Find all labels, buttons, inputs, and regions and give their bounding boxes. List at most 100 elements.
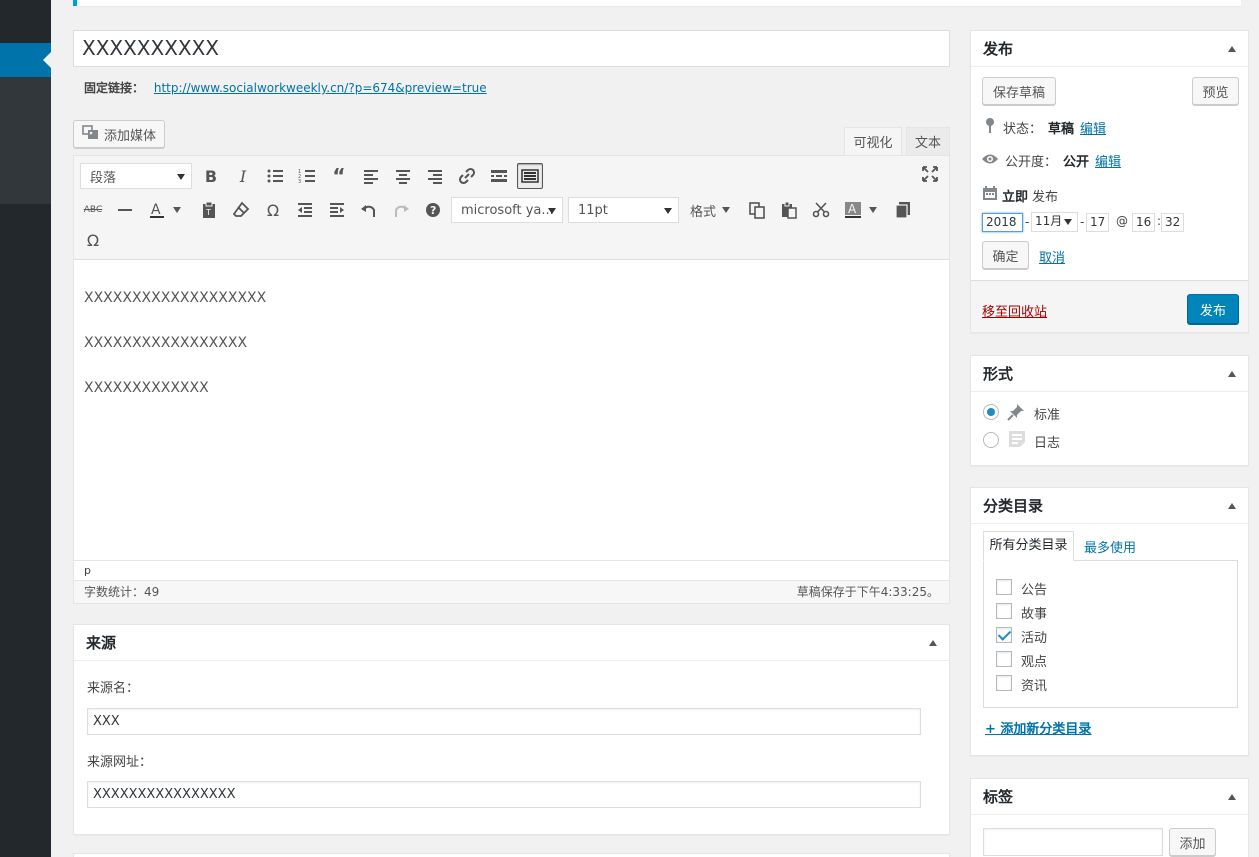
permalink-link[interactable]: http://www.socialworkweekly.cn/?p=674&pr…	[154, 81, 487, 95]
preview-button[interactable]: 预览	[1192, 77, 1239, 105]
category-checkbox-activity[interactable]	[996, 627, 1012, 643]
toolbar-toggle-icon[interactable]	[517, 163, 543, 189]
indent-icon[interactable]	[324, 197, 350, 223]
tab-all-categories[interactable]: 所有分类目录	[983, 531, 1074, 561]
add-media-button[interactable]: 添加媒体	[73, 120, 165, 148]
category-checkbox-opinion[interactable]	[996, 651, 1012, 667]
category-checkbox-story[interactable]	[996, 603, 1012, 619]
save-draft-button[interactable]: 保存草稿	[982, 77, 1056, 105]
bullet-list-icon[interactable]	[262, 163, 288, 189]
tags-metabox-header[interactable]: 标签	[971, 779, 1248, 815]
fullscreen-icon[interactable]	[917, 161, 943, 187]
font-size-value: 11pt	[578, 202, 608, 218]
ok-button[interactable]: 确定	[982, 241, 1029, 269]
status-row: 状态： 草稿 编辑	[983, 117, 1106, 137]
publish-button[interactable]: 发布	[1187, 294, 1239, 324]
post-title-input[interactable]: XXXXXXXXXX	[73, 30, 950, 67]
cancel-link[interactable]: 取消	[1039, 247, 1065, 266]
format-aside-radio[interactable]	[983, 432, 999, 448]
collapse-arrow-icon[interactable]	[1228, 371, 1236, 377]
category-label: 公告	[1021, 583, 1048, 598]
permalink: 固定链接： http://www.socialworkweekly.cn/?p=…	[84, 79, 487, 96]
format-standard-radio[interactable]	[983, 404, 999, 420]
source-url-label: 来源网址：	[87, 755, 153, 770]
format-metabox: 形式 标准 日志	[970, 355, 1249, 466]
horizontal-line-icon[interactable]	[112, 197, 138, 223]
bold-icon[interactable]: B	[198, 163, 224, 189]
add-new-category-link[interactable]: + 添加新分类目录	[985, 718, 1091, 737]
omega-symbol-icon[interactable]: Ω	[80, 227, 106, 253]
align-right-icon[interactable]	[422, 163, 448, 189]
collapse-arrow-icon[interactable]	[1228, 46, 1236, 52]
category-checkbox-announcement[interactable]	[996, 579, 1012, 595]
background-color-icon[interactable]: A	[840, 197, 866, 223]
clear-formatting-icon[interactable]	[228, 197, 254, 223]
at-separator: @	[1116, 214, 1128, 228]
text-color-icon[interactable]: A	[144, 197, 170, 223]
add-tag-button[interactable]: 添加	[1169, 828, 1216, 856]
align-center-icon[interactable]	[390, 163, 416, 189]
date-separator: -	[1025, 215, 1030, 229]
add-media-label: 添加媒体	[104, 128, 157, 144]
link-icon[interactable]	[454, 163, 480, 189]
font-family-select[interactable]: microsoft ya...	[451, 197, 563, 223]
outdent-icon[interactable]	[292, 197, 318, 223]
day-input[interactable]: 17	[1086, 213, 1109, 232]
format-aside-label: 日志	[1034, 436, 1061, 451]
collapse-arrow-icon[interactable]	[1228, 503, 1236, 509]
paste-icon[interactable]	[776, 197, 802, 223]
strikethrough-icon[interactable]: ABC	[80, 197, 106, 223]
help-icon[interactable]: ?	[420, 197, 446, 223]
format-metabox-header[interactable]: 形式	[971, 356, 1248, 392]
background-color-dropdown-icon[interactable]	[866, 197, 880, 223]
redo-icon[interactable]	[388, 197, 414, 223]
copy-format-icon[interactable]	[890, 197, 916, 223]
copy-icon[interactable]	[744, 197, 770, 223]
special-character-icon[interactable]: Ω	[260, 197, 286, 223]
month-select[interactable]: 11月	[1031, 212, 1078, 232]
hour-input[interactable]: 16	[1132, 213, 1155, 232]
undo-icon[interactable]	[356, 197, 382, 223]
admin-menu-current-item[interactable]	[0, 43, 51, 77]
minute-input[interactable]: 32	[1161, 213, 1184, 232]
category-metabox-header[interactable]: 分类目录	[971, 488, 1248, 524]
visibility-value: 公开	[1063, 155, 1090, 170]
svg-text:T: T	[205, 208, 211, 217]
year-input[interactable]: 2018	[982, 213, 1023, 232]
date-separator: -	[1080, 215, 1085, 229]
new-tag-input[interactable]	[983, 828, 1163, 856]
numbered-list-icon[interactable]: 123	[294, 163, 320, 189]
publish-actions: 移至回收站 发布	[971, 280, 1248, 332]
tab-text[interactable]: 文本	[906, 127, 950, 155]
publish-metabox-title: 发布	[983, 40, 1014, 58]
cut-icon[interactable]	[808, 197, 834, 223]
admin-sidebar	[0, 0, 51, 857]
publish-metabox: 发布 保存草稿 预览 状态： 草稿 编辑 公开度： 公开 编辑 立即 发布 201…	[970, 30, 1249, 333]
text-color-dropdown-icon[interactable]	[170, 197, 184, 223]
edit-status-link[interactable]: 编辑	[1080, 118, 1106, 137]
publish-metabox-header[interactable]: 发布	[971, 31, 1248, 67]
source-url-input[interactable]: XXXXXXXXXXXXXXXX	[87, 781, 921, 808]
collapse-arrow-icon[interactable]	[1228, 794, 1236, 800]
source-name-input[interactable]: XXX	[87, 708, 921, 735]
source-metabox-header[interactable]: 来源	[74, 625, 949, 661]
blockquote-icon[interactable]: “	[326, 163, 352, 189]
editor-path[interactable]: p	[74, 560, 949, 580]
move-to-trash-link[interactable]: 移至回收站	[982, 301, 1047, 320]
editor-content[interactable]: XXXXXXXXXXXXXXXXXXX XXXXXXXXXXXXXXXXX XX…	[84, 288, 266, 423]
format-select[interactable]: 段落	[80, 163, 192, 189]
category-checkbox-news[interactable]	[996, 675, 1012, 691]
tab-most-used[interactable]: 最多使用	[1084, 537, 1136, 556]
pushpin-icon	[1007, 403, 1025, 425]
font-size-select[interactable]: 11pt	[568, 197, 679, 223]
collapse-arrow-icon[interactable]	[929, 640, 937, 646]
svg-text:A: A	[848, 202, 857, 216]
italic-icon[interactable]: I	[230, 163, 256, 189]
tab-visual[interactable]: 可视化	[844, 127, 902, 155]
edit-visibility-link[interactable]: 编辑	[1095, 151, 1121, 170]
read-more-icon[interactable]	[486, 163, 512, 189]
next-metabox	[73, 853, 950, 857]
align-left-icon[interactable]	[358, 163, 384, 189]
paste-text-icon[interactable]: T	[196, 197, 222, 223]
formats-menu[interactable]: 格式	[690, 197, 731, 223]
